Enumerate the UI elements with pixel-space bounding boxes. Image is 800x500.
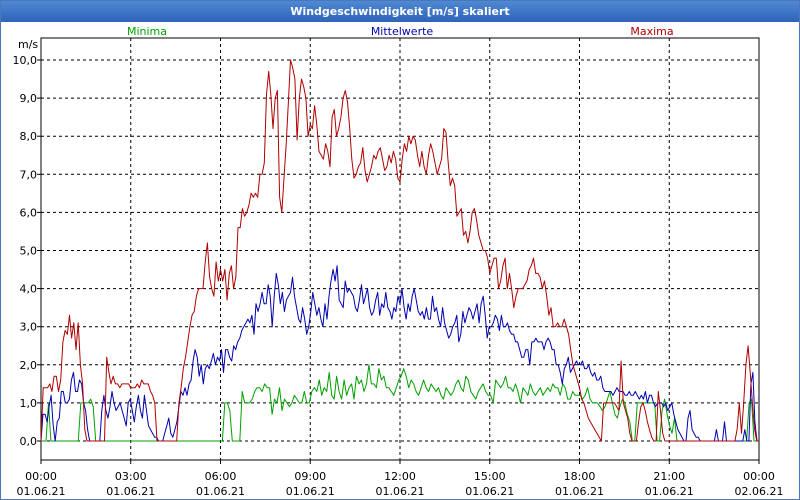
x-tick-time: 15:00: [474, 470, 506, 483]
chart: 0,0 1,0 2,0 3,0 4,0 5,0 6,0 7,0 8,0 9,0 10,0 00:00…: [13, 25, 784, 498]
x-tick-time: 00:00: [743, 470, 775, 483]
x-tick-date: 01.06.21: [465, 485, 514, 498]
x-tick-time: 06:00: [205, 470, 237, 483]
x-tick-date: 01.06.21: [376, 485, 425, 498]
x-tick-time: 00:00: [25, 470, 57, 483]
x-tick-date: 02.06.21: [735, 485, 784, 498]
y-tick-label: 5,0: [20, 245, 38, 258]
y-axis-label: m/s: [18, 38, 38, 51]
y-axis-ticks: 0,0 1,0 2,0 3,0 4,0 5,0 6,0 7,0 8,0 9,0 10,0: [13, 54, 41, 448]
x-tick-time: 12:00: [384, 470, 416, 483]
legend-minima: Minima: [127, 25, 167, 38]
y-tick-label: 3,0: [20, 321, 38, 334]
legend: Minima Mittelwerte Maxima: [127, 25, 674, 38]
x-tick-time: 21:00: [653, 470, 685, 483]
x-axis-ticks: 00:00 01.06.21 03:00 01.06.21 06:00 01.06.21 0…: [17, 460, 784, 498]
x-tick-time: 18:00: [564, 470, 596, 483]
y-tick-label: 0,0: [20, 435, 38, 448]
x-tick-date: 01.06.21: [555, 485, 604, 498]
y-tick-label: 7,0: [20, 168, 38, 181]
legend-mittelwerte: Mittelwerte: [371, 25, 434, 38]
y-tick-label: 4,0: [20, 283, 38, 296]
y-tick-label: 1,0: [20, 397, 38, 410]
y-tick-label: 2,0: [20, 359, 38, 372]
x-tick-date: 01.06.21: [106, 485, 155, 498]
x-tick-time: 03:00: [115, 470, 147, 483]
legend-maxima: Maxima: [630, 25, 673, 38]
x-tick-date: 01.06.21: [196, 485, 245, 498]
y-tick-label: 9,0: [20, 92, 38, 105]
y-tick-label: 10,0: [13, 54, 38, 67]
x-tick-date: 01.06.21: [17, 485, 66, 498]
x-tick-time: 09:00: [294, 470, 326, 483]
y-tick-label: 8,0: [20, 130, 38, 143]
x-tick-date: 01.06.21: [645, 485, 694, 498]
y-tick-label: 6,0: [20, 206, 38, 219]
x-tick-date: 01.06.21: [286, 485, 335, 498]
